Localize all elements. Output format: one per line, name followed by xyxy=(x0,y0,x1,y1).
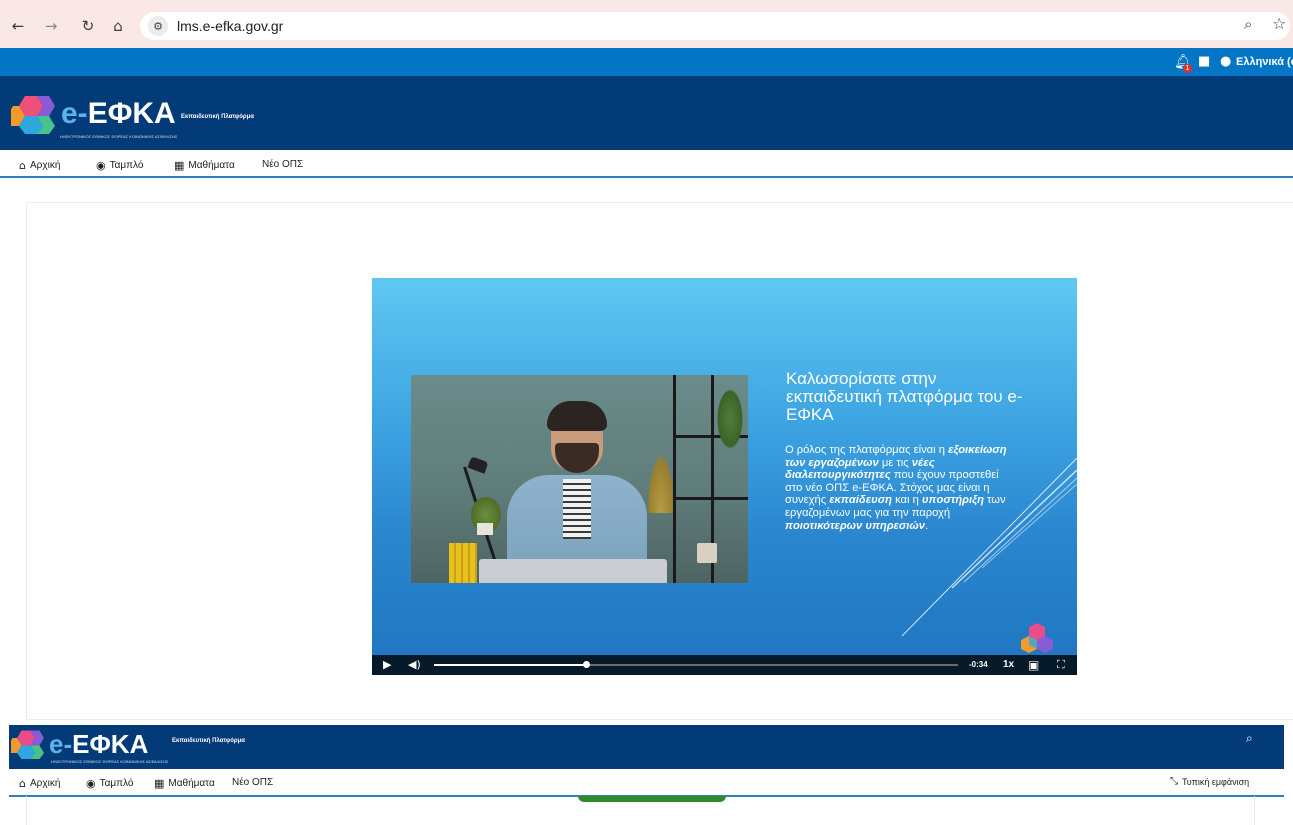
logo-hexagon-icon xyxy=(11,96,55,134)
binders-icon xyxy=(449,543,477,583)
nav-item-courses[interactable]: ▦ Μαθήματα xyxy=(154,777,215,790)
nav-item-new-ops[interactable]: Νέο ΟΠΣ xyxy=(232,777,273,788)
site-header-secondary: e-ΕΦΚΑ ΗΛΕΚΤΡΟΝΙΚΟΣ ΕΘΝΙΚΟΣ ΦΟΡΕΑΣ ΚΟΙΝΩ… xyxy=(9,725,1284,769)
language-selector[interactable]: Ελληνικά (el) xyxy=(1236,56,1293,68)
home-icon: ⌂ xyxy=(19,777,26,790)
zoom-icon[interactable]: ⌕ xyxy=(1244,15,1252,33)
dashboard-icon: ◉ xyxy=(96,159,106,172)
notification-badge: 1 xyxy=(1183,64,1192,73)
nav-item-label: Μαθήματα xyxy=(188,160,235,171)
picture-in-picture-icon[interactable]: ▣ xyxy=(1028,658,1039,672)
grid-icon: ▦ xyxy=(154,777,165,790)
nav-item-label: Ταμπλό xyxy=(109,160,144,171)
slide-title: Καλωσορίσατε στην εκπαιδευτική πλατφόρμα… xyxy=(786,369,1023,424)
platform-label: Εκπαιδευτική Πλατφόρμα xyxy=(172,738,245,744)
url-text[interactable]: lms.e-efka.gov.gr xyxy=(177,18,283,34)
logo-main: ΕΦΚΑ xyxy=(87,97,176,130)
progress-bar[interactable] xyxy=(434,661,958,668)
dashboard-icon: ◉ xyxy=(86,777,96,790)
nav-item-label: Νέο ΟΠΣ xyxy=(262,159,304,170)
nav-item-home[interactable]: ⌂ Αρχική xyxy=(19,777,60,790)
lamp-icon xyxy=(467,456,489,474)
playback-speed-button[interactable]: 1x xyxy=(1003,659,1014,670)
efka-logo[interactable]: e-ΕΦΚΑ xyxy=(11,729,148,759)
nav-item-home[interactable]: ⌂ Αρχική xyxy=(19,159,60,172)
content-image-peek xyxy=(578,796,726,802)
video-controls: ▶ ◀) -0:34 1x ▣ ⛶ xyxy=(372,655,1077,675)
nav-item-label: Ταμπλό xyxy=(99,778,134,789)
logo-hexagon-icon xyxy=(11,730,44,759)
platform-label: Εκπαιδευτική Πλατφόρμα xyxy=(181,114,254,120)
site-settings-icon[interactable]: ⚙ xyxy=(148,16,168,36)
logo-prefix: e- xyxy=(61,97,88,130)
logo-main: ΕΦΚΑ xyxy=(72,729,149,759)
main-nav: ⌂ Αρχική ◉ Ταμπλό ▦ Μαθήματα Νέο ΟΠΣ xyxy=(0,150,1293,178)
progress-fill xyxy=(434,664,586,666)
nav-item-dashboard[interactable]: ◉ Ταμπλό xyxy=(96,159,143,172)
main-nav-secondary: ⌂ Αρχική ◉ Ταμπλό ▦ Μαθήματα Νέο ΟΠΣ xyxy=(9,769,1284,797)
nav-item-dashboard[interactable]: ◉ Ταμπλό xyxy=(86,777,133,790)
reload-icon[interactable]: ↻ xyxy=(77,15,99,37)
efka-watermark-icon xyxy=(1021,623,1053,653)
globe-icon[interactable]: ● xyxy=(1220,54,1231,69)
nav-item-label: Αρχική xyxy=(29,160,61,171)
video-photo xyxy=(411,375,748,583)
play-icon[interactable]: ▶ xyxy=(383,658,391,671)
nav-item-courses[interactable]: ▦ Μαθήματα xyxy=(174,159,235,172)
page: ← → ↻ ⌂ ⚙ lms.e-efka.gov.gr ⌕ ☆ 🔔︎ 1 ■ ●… xyxy=(0,0,1293,825)
forward-arrow-icon[interactable]: → xyxy=(40,15,62,37)
time-remaining: -0:34 xyxy=(969,660,988,669)
collapse-arrows-icon: ⤡ xyxy=(1170,776,1178,787)
nav-item-label: Νέο ΟΠΣ xyxy=(232,777,274,788)
top-utility-bar xyxy=(0,48,1293,76)
logo-subtitle: ΗΛΕΚΤΡΟΝΙΚΟΣ ΕΘΝΙΚΟΣ ΦΟΡΕΑΣ ΚΟΙΝΩΝΙΚΗΣ Α… xyxy=(51,759,169,764)
typical-view-label: Τυπική εμφάνιση xyxy=(1182,776,1250,787)
efka-logo[interactable]: e-ΕΦΚΑ xyxy=(11,94,176,134)
site-header: e-ΕΦΚΑ ΗΛΕΚΤΡΟΝΙΚΟΣ ΕΘΝΙΚΟΣ ΦΟΡΕΑΣ ΚΟΙΝΩ… xyxy=(0,76,1293,150)
video-player[interactable]: Καλωσορίσατε στην εκπαιδευτική πλατφόρμα… xyxy=(372,278,1077,675)
back-arrow-icon[interactable]: ← xyxy=(7,15,29,37)
nav-item-label: Μαθήματα xyxy=(168,778,215,789)
laptop-icon xyxy=(479,559,667,583)
progress-handle[interactable] xyxy=(582,661,590,668)
bookmark-star-icon[interactable]: ☆ xyxy=(1272,14,1286,33)
home-icon: ⌂ xyxy=(19,159,26,172)
nav-item-label: Αρχική xyxy=(29,778,61,789)
slide-body: Ο ρόλος της πλατφόρμας είναι η εξοικείωσ… xyxy=(785,444,1007,532)
nav-item-new-ops[interactable]: Νέο ΟΠΣ xyxy=(262,159,303,170)
typical-view-toggle[interactable]: ⤡ Τυπική εμφάνιση xyxy=(1170,776,1249,787)
logo-subtitle: ΗΛΕΚΤΡΟΝΙΚΟΣ ΕΘΝΙΚΟΣ ΦΟΡΕΑΣ ΚΟΙΝΩΝΙΚΗΣ Α… xyxy=(60,134,178,139)
grid-icon: ▦ xyxy=(174,159,185,172)
volume-icon[interactable]: ◀) xyxy=(408,658,421,671)
home-icon[interactable]: ⌂ xyxy=(107,15,129,37)
address-bar[interactable] xyxy=(140,12,1290,40)
fullscreen-icon[interactable]: ⛶ xyxy=(1057,658,1065,672)
search-icon[interactable]: ⌕ xyxy=(1246,731,1253,746)
logo-prefix: e- xyxy=(49,729,73,759)
chat-icon[interactable]: ■ xyxy=(1198,54,1210,69)
